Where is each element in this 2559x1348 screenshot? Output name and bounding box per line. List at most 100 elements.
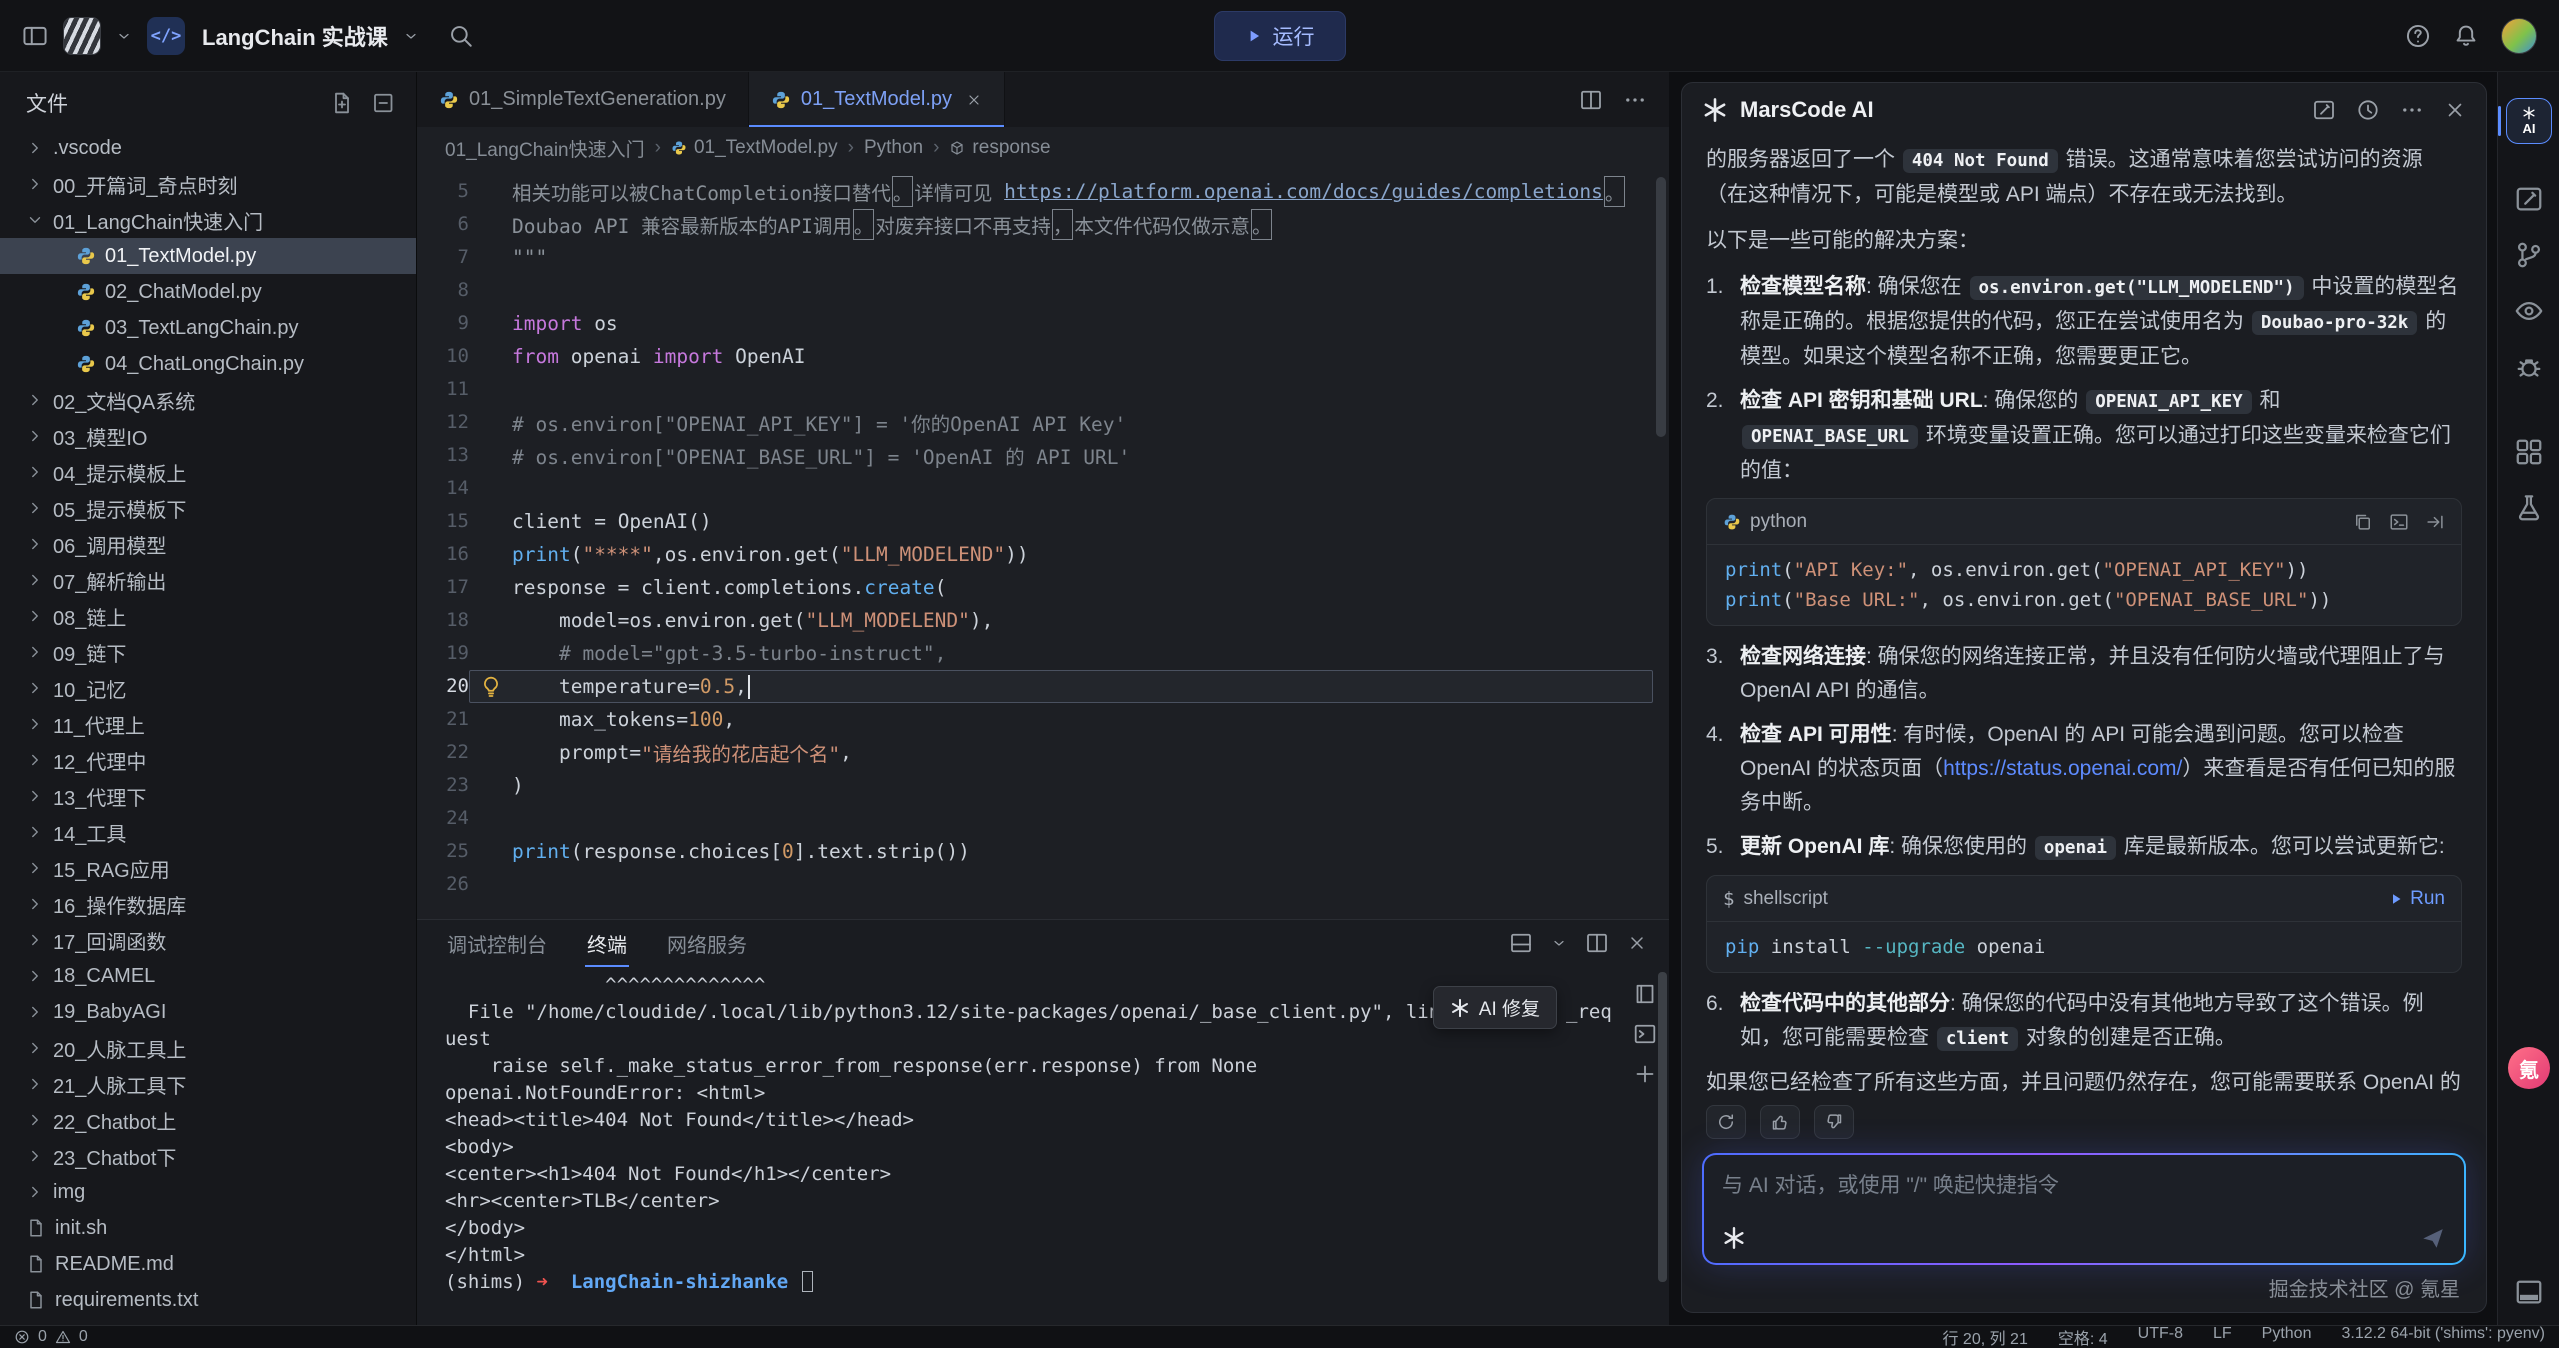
code-line[interactable]: 8 (417, 274, 1669, 307)
status-item[interactable]: UTF-8 (2138, 1325, 2183, 1348)
juejin-badge[interactable]: 氪 (2498, 1047, 2559, 1089)
notebook-icon[interactable] (2498, 184, 2559, 214)
code-line[interactable]: 24 (417, 802, 1669, 835)
split-terminal-icon[interactable] (1585, 931, 1609, 955)
lightbulb-icon[interactable] (470, 671, 512, 702)
code-line[interactable]: 17response = client.completions.create( (417, 571, 1669, 604)
code-line[interactable]: 25print(response.choices[0].text.strip()… (417, 835, 1669, 868)
breadcrumb-item[interactable]: response (949, 137, 1050, 159)
tree-item[interactable]: 15_RAG应用 (0, 850, 416, 886)
code-line[interactable]: 22 prompt="请给我的花店起个名", (417, 736, 1669, 769)
line-number[interactable]: 26 (417, 868, 469, 901)
marscode-ai-activity[interactable]: AI (2498, 98, 2559, 144)
tree-item[interactable]: 19_BabyAGI (0, 994, 416, 1030)
code-line[interactable]: 12# os.environ["OPENAI_API_KEY"] = '你的Op… (417, 406, 1669, 439)
link[interactable]: https://status.openai.com/ (1943, 757, 2182, 780)
panel-tab[interactable]: 调试控制台 (445, 920, 549, 967)
close-icon[interactable] (2444, 99, 2466, 121)
history-icon[interactable] (2356, 98, 2380, 122)
chevron-down-icon[interactable] (1551, 935, 1567, 951)
code-line[interactable]: 15client = OpenAI() (417, 505, 1669, 538)
editor-tab[interactable]: 01_TextModel.py (749, 72, 1005, 127)
chevron-down-icon[interactable] (403, 28, 419, 44)
line-number[interactable]: 25 (417, 835, 469, 868)
line-number[interactable]: 7 (417, 241, 469, 274)
ai-input-box[interactable]: 与 AI 对话，或使用 "/" 唤起快捷指令 (1702, 1153, 2466, 1265)
tree-item[interactable]: 01_TextModel.py (0, 238, 416, 274)
status-item[interactable]: 3.12.2 64-bit ('shims': pyenv) (2341, 1325, 2545, 1348)
code-line[interactable]: 23) (417, 769, 1669, 802)
more-icon[interactable] (2400, 98, 2424, 122)
code-line[interactable]: 11 (417, 373, 1669, 406)
close-panel-icon[interactable] (1627, 933, 1647, 953)
test-flask-icon[interactable] (2498, 493, 2559, 523)
new-file-icon[interactable] (330, 91, 354, 115)
tree-item[interactable]: README.md (0, 1246, 416, 1282)
more-actions-icon[interactable] (1623, 88, 1647, 112)
output-log-icon[interactable] (1633, 982, 1657, 1006)
line-number[interactable]: 13 (417, 439, 469, 472)
line-number[interactable]: 24 (417, 802, 469, 835)
tree-item[interactable]: 21_人脉工具下 (0, 1066, 416, 1102)
debug-icon[interactable] (2498, 352, 2559, 382)
app-logo[interactable] (63, 17, 101, 55)
panel-layout-icon[interactable] (2498, 1277, 2559, 1307)
line-number[interactable]: 20 (417, 670, 469, 703)
line-number[interactable]: 12 (417, 406, 469, 439)
notifications-icon[interactable] (2453, 23, 2479, 49)
code-line[interactable]: 6Doubao API 兼容最新版本的API调用。对废弃接口不再支持，本文件代码… (417, 208, 1669, 241)
thumbs-down-button[interactable] (1814, 1105, 1854, 1139)
status-item[interactable]: 空格: 4 (2058, 1325, 2108, 1348)
editor-tab[interactable]: 01_SimpleTextGeneration.py (417, 72, 749, 127)
tree-item[interactable]: 12_代理中 (0, 742, 416, 778)
line-number[interactable]: 22 (417, 736, 469, 769)
line-number[interactable]: 9 (417, 307, 469, 340)
collapse-all-icon[interactable] (372, 91, 396, 115)
line-number[interactable]: 14 (417, 472, 469, 505)
code-line[interactable]: 18 model=os.environ.get("LLM_MODELEND"), (417, 604, 1669, 637)
line-number[interactable]: 21 (417, 703, 469, 736)
terminal-instance-icon[interactable] (1633, 1022, 1657, 1046)
send-icon[interactable] (2420, 1225, 2446, 1251)
breadcrumb-item[interactable]: 01_LangChain快速入门 (445, 135, 645, 162)
code-line[interactable]: 26 (417, 868, 1669, 901)
panel-tab[interactable]: 终端 (585, 920, 629, 967)
panel-tab[interactable]: 网络服务 (665, 920, 749, 967)
tree-item[interactable]: 10_记忆 (0, 670, 416, 706)
tree-item[interactable]: 04_ChatLongChain.py (0, 346, 416, 382)
tree-item[interactable]: 22_Chatbot上 (0, 1102, 416, 1138)
line-number[interactable]: 10 (417, 340, 469, 373)
line-number[interactable]: 6 (417, 208, 469, 241)
copy-icon[interactable] (2353, 512, 2373, 532)
tree-item[interactable]: 17_回调函数 (0, 922, 416, 958)
problems-indicator[interactable]: 0 0 (14, 1328, 88, 1346)
tree-item[interactable]: 08_链上 (0, 598, 416, 634)
tree-item[interactable]: 03_模型IO (0, 418, 416, 454)
sidebar-toggle-icon[interactable] (22, 23, 48, 49)
tree-item[interactable]: 07_解析输出 (0, 562, 416, 598)
editor-scrollbar[interactable] (1656, 177, 1666, 437)
status-item[interactable]: Python (2262, 1325, 2312, 1348)
tree-item[interactable]: init.sh (0, 1210, 416, 1246)
extensions-icon[interactable] (2498, 437, 2559, 467)
code-editor[interactable]: 5相关功能可以被ChatCompletion接口替代。详情可见 https://… (417, 169, 1669, 919)
breadcrumb-item[interactable]: 01_TextModel.py (671, 137, 838, 159)
avatar[interactable] (2501, 18, 2537, 54)
thumbs-up-button[interactable] (1760, 1105, 1800, 1139)
run-code-button[interactable]: Run (2388, 882, 2445, 916)
line-number[interactable]: 15 (417, 505, 469, 538)
split-editor-icon[interactable] (1579, 88, 1603, 112)
tree-item[interactable]: 05_提示模板下 (0, 490, 416, 526)
preview-icon[interactable] (2498, 296, 2559, 326)
status-item[interactable]: LF (2213, 1325, 2232, 1348)
code-line[interactable]: 10from openai import OpenAI (417, 340, 1669, 373)
line-number[interactable]: 17 (417, 571, 469, 604)
code-line[interactable]: 13# os.environ["OPENAI_BASE_URL"] = 'Ope… (417, 439, 1669, 472)
line-number[interactable]: 11 (417, 373, 469, 406)
tree-item[interactable]: 01_LangChain快速入门 (0, 202, 416, 238)
workspace-title[interactable]: LangChain 实战课 (202, 20, 388, 52)
terminal-scrollbar[interactable] (1658, 972, 1667, 1282)
code-line[interactable]: 5相关功能可以被ChatCompletion接口替代。详情可见 https://… (417, 175, 1669, 208)
code-line[interactable]: 20 temperature=0.5, (417, 670, 1669, 703)
status-item[interactable]: 行 20, 列 21 (1942, 1325, 2027, 1348)
